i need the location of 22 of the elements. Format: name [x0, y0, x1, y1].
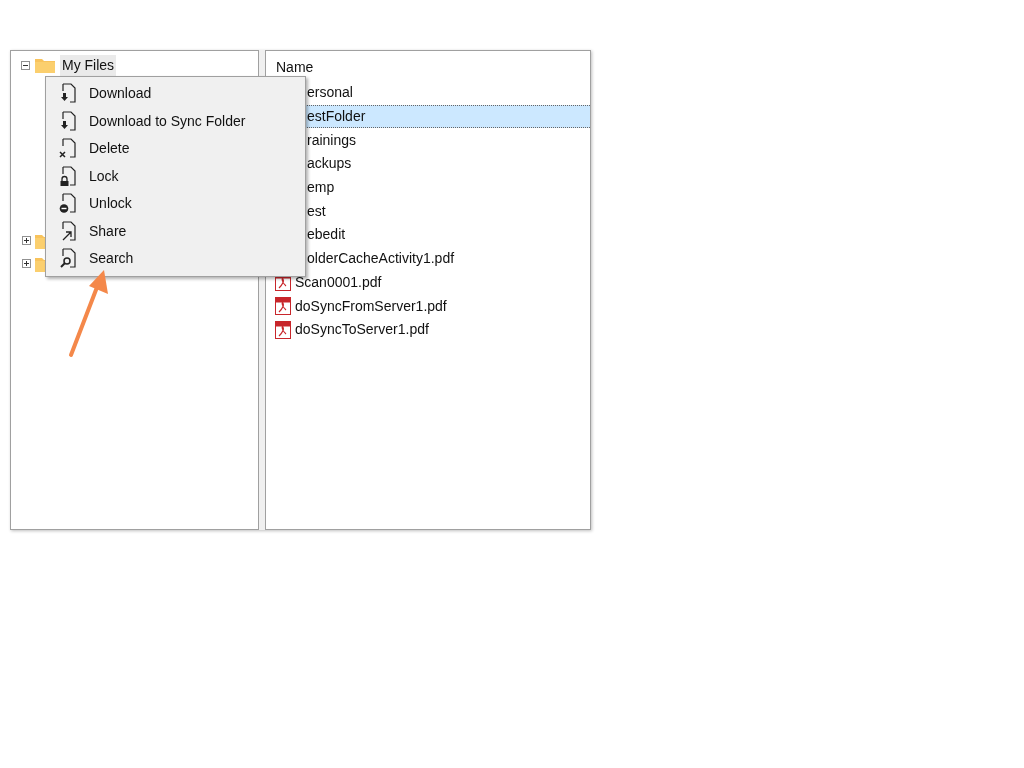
download-icon [59, 83, 77, 105]
expand-icon[interactable] [22, 259, 31, 268]
menu-item[interactable]: Unlock [48, 190, 303, 218]
share-icon [59, 220, 77, 242]
folder-icon [35, 57, 55, 73]
delete-icon [59, 138, 77, 160]
menu-item[interactable]: Share [48, 217, 303, 245]
tree-item[interactable]: My Files [60, 54, 117, 76]
menu-item[interactable]: Lock [48, 162, 303, 190]
menu-item[interactable]: Delete [48, 135, 303, 163]
expand-icon[interactable] [22, 236, 31, 245]
file-row[interactable]: doSyncToServer1.pdf [266, 317, 590, 342]
menu-item[interactable]: Search [48, 245, 303, 273]
unlock-icon [59, 193, 77, 215]
search-icon [59, 248, 77, 270]
download-icon [59, 110, 77, 132]
lock-icon [59, 165, 77, 187]
pdf-file-icon [275, 320, 291, 339]
column-header[interactable]: Name [266, 57, 590, 77]
collapse-icon[interactable] [21, 60, 30, 70]
file-row[interactable]: doSyncFromServer1.pdf [266, 294, 590, 318]
pdf-file-icon [275, 297, 291, 316]
